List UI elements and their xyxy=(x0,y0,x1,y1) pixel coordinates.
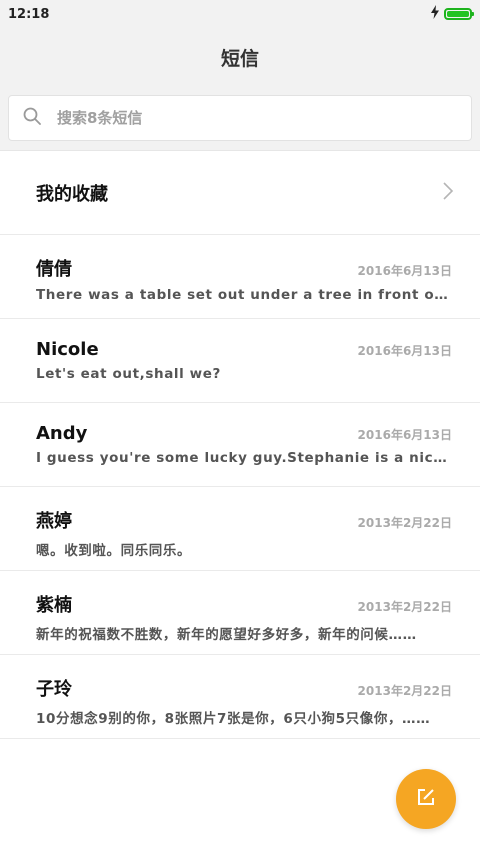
message-item-1[interactable]: Nicole 2016年6月13日 Let's eat out,shall we… xyxy=(0,319,480,403)
chevron-right-icon xyxy=(442,181,454,205)
message-preview: 10分想念9别的你，8张照片7张是你，6只小狗5只像你，…… xyxy=(36,711,431,727)
search-input[interactable] xyxy=(55,108,439,128)
message-list: 倩倩 2016年6月13日 There was a table set out … xyxy=(0,235,480,739)
status-bar: 12:18 xyxy=(0,0,480,28)
message-item-3[interactable]: 燕婷 2013年2月22日 嗯。收到啦。同乐同乐。 xyxy=(0,487,480,571)
status-icons xyxy=(430,5,474,23)
message-date: 2016年6月13日 xyxy=(357,428,452,442)
contact-name: 倩倩 xyxy=(36,259,72,280)
message-item-4[interactable]: 紫楠 2013年2月22日 新年的祝福数不胜数，新年的愿望好多好多，新年的问候…… xyxy=(0,571,480,655)
message-preview: 嗯。收到啦。同乐同乐。 xyxy=(36,543,192,559)
compose-button[interactable] xyxy=(396,769,456,829)
message-date: 2016年6月13日 xyxy=(357,344,452,358)
message-preview: There was a table set out under a tree i… xyxy=(36,287,452,303)
contact-name: 子玲 xyxy=(36,679,72,700)
compose-icon xyxy=(416,787,436,811)
top-area: 12:18 短信 xyxy=(0,0,480,151)
favorites-row[interactable]: 我的收藏 xyxy=(0,151,480,235)
charging-icon xyxy=(430,5,440,23)
message-date: 2013年2月22日 xyxy=(357,516,452,530)
battery-icon xyxy=(444,8,474,20)
page-title: 短信 xyxy=(220,47,259,70)
message-preview: Let's eat out,shall we? xyxy=(36,366,221,382)
message-preview: 新年的祝福数不胜数，新年的愿望好多好多，新年的问候…… xyxy=(36,627,417,643)
message-date: 2013年2月22日 xyxy=(357,684,452,698)
message-date: 2016年6月13日 xyxy=(357,264,452,278)
status-time: 12:18 xyxy=(8,6,50,22)
contact-name: 燕婷 xyxy=(36,511,72,532)
search-bar[interactable] xyxy=(8,95,472,141)
favorites-label: 我的收藏 xyxy=(36,183,108,205)
message-item-5[interactable]: 子玲 2013年2月22日 10分想念9别的你，8张照片7张是你，6只小狗5只像… xyxy=(0,655,480,739)
message-preview: I guess you're some lucky guy.Stephanie … xyxy=(36,450,452,466)
contact-name: Andy xyxy=(36,423,88,444)
message-date: 2013年2月22日 xyxy=(357,600,452,614)
contact-name: 紫楠 xyxy=(36,595,72,616)
message-item-2[interactable]: Andy 2016年6月13日 I guess you're some luck… xyxy=(0,403,480,487)
message-item-0[interactable]: 倩倩 2016年6月13日 There was a table set out … xyxy=(0,235,480,319)
contact-name: Nicole xyxy=(36,339,99,360)
messaging-screen: 12:18 短信 搜索8条短信 我的收藏 倩倩 2016年6月13日 There… xyxy=(0,0,480,853)
search-icon xyxy=(23,107,41,129)
